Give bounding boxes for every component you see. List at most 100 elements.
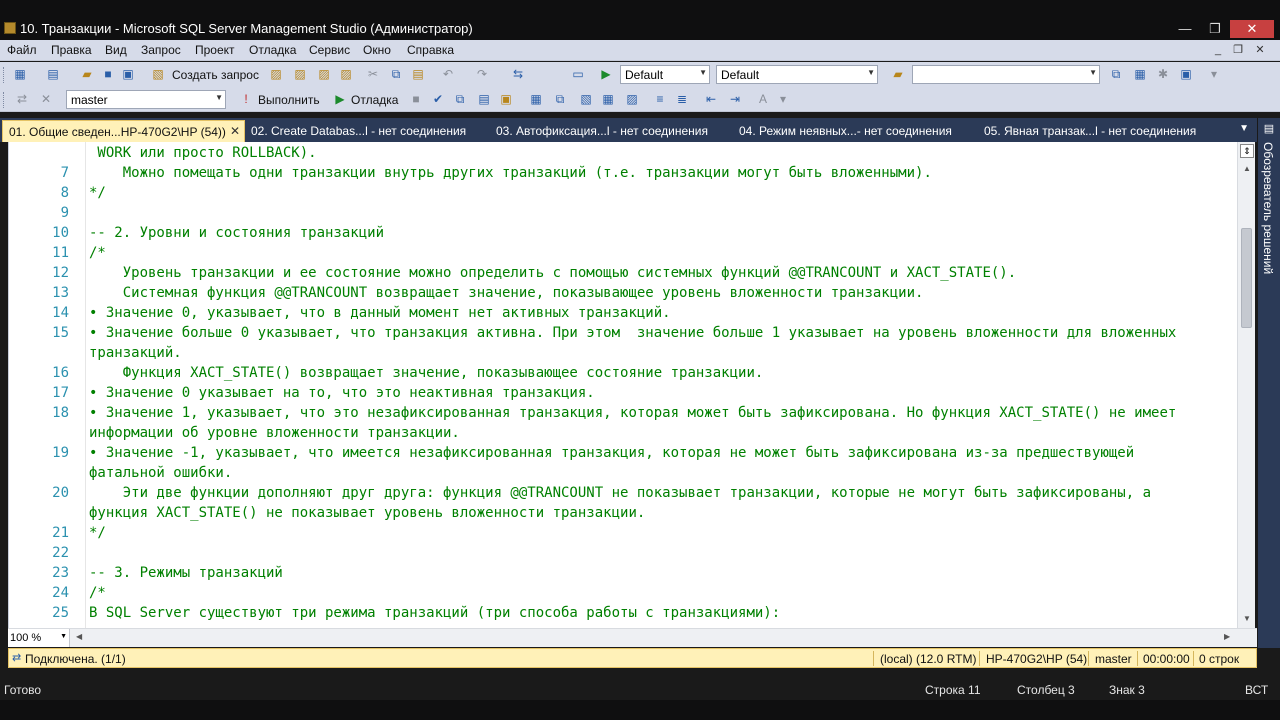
zoom-select[interactable]: 100 % ▼ <box>8 629 70 647</box>
new-query-button[interactable]: Создать запрос <box>172 68 259 82</box>
execute-button[interactable]: Выполнить <box>258 93 320 107</box>
tab-general-info[interactable]: 01. Общие сведен...HP-470G2\HP (54)) ✕ <box>2 120 245 142</box>
code-line[interactable]: 8 */ <box>9 183 1237 203</box>
copy-icon[interactable]: ⧉ <box>388 66 404 82</box>
scroll-thumb[interactable] <box>1241 228 1252 328</box>
close-button[interactable]: ✕ <box>1230 20 1274 38</box>
undo-icon[interactable]: ↶ <box>440 66 456 82</box>
mdx-query-icon[interactable]: ▨ <box>316 66 332 82</box>
scroll-up-icon[interactable]: ▲ <box>1238 162 1256 176</box>
toolbar-grip[interactable] <box>3 67 6 83</box>
save-all-icon[interactable]: ▣ <box>120 66 136 82</box>
find-combo[interactable]: ▼ <box>912 65 1100 84</box>
new-query-icon[interactable]: ▧ <box>150 66 166 82</box>
code-line[interactable]: 14 • Значение 0, указывает, что в данный … <box>9 303 1237 323</box>
toolbar-options-icon[interactable]: ▾ <box>1206 66 1222 82</box>
tools-icon[interactable]: ✱ <box>1155 66 1171 82</box>
code-line[interactable]: 7 Можно помещать одни транзакции внутрь … <box>9 163 1237 183</box>
code-line[interactable]: фатальной ошибки. <box>9 463 1237 483</box>
code-line[interactable]: 20 Эти две функции дополняют друг друга:… <box>9 483 1237 503</box>
code-line[interactable]: 12 Уровень транзакции и ее состояние мож… <box>9 263 1237 283</box>
tab-autocommit[interactable]: 03. Автофиксация...l - нет соединения <box>490 120 714 142</box>
menu-debug[interactable]: Отладка <box>249 43 296 57</box>
menu-project[interactable]: Проект <box>195 43 235 57</box>
comment-icon[interactable]: ≡ <box>652 91 668 107</box>
menu-query[interactable]: Запрос <box>141 43 181 57</box>
query-options-icon[interactable]: ▣ <box>498 91 514 107</box>
menu-edit[interactable]: Правка <box>51 43 92 57</box>
start-debug-icon[interactable]: ▶ <box>598 66 614 82</box>
code-line[interactable]: 11 /* <box>9 243 1237 263</box>
vertical-scrollbar[interactable]: ⇕ ▲ ▼ <box>1237 142 1255 628</box>
code-line[interactable]: WORK или просто ROLLBACK). <box>9 143 1237 163</box>
cancel-query-icon[interactable]: ■ <box>408 91 424 107</box>
decrease-indent-icon[interactable]: ⇤ <box>703 91 719 107</box>
tab-explicit-transaction[interactable]: 05. Явная транзак...l - нет соединения <box>978 120 1202 142</box>
scroll-down-icon[interactable]: ▼ <box>1238 612 1256 626</box>
menu-view[interactable]: Вид <box>105 43 127 57</box>
solution-platform-select[interactable]: Default ▼ <box>716 65 878 84</box>
parse-icon[interactable]: ✔ <box>430 91 446 107</box>
menu-window[interactable]: Окно <box>363 43 391 57</box>
display-plan-icon[interactable]: ⧉ <box>452 91 468 107</box>
screen-icon[interactable]: ▭ <box>570 66 586 82</box>
code-line[interactable]: 10 -- 2. Уровни и состояния транзакций <box>9 223 1237 243</box>
doc-minimize-icon[interactable]: _ <box>1210 43 1226 57</box>
close-icon[interactable]: ✕ <box>230 124 240 138</box>
code-line[interactable]: 16 Функция XACT_STATE() возвращает значе… <box>9 363 1237 383</box>
code-line[interactable]: 9 <box>9 203 1237 223</box>
doc-restore-icon[interactable]: ❐ <box>1230 43 1246 57</box>
scroll-left-icon[interactable]: ◀ <box>76 632 82 641</box>
code-line[interactable]: 18 • Значение 1, указывает, что это незаф… <box>9 403 1237 423</box>
redo-icon[interactable]: ↷ <box>474 66 490 82</box>
specify-values-icon[interactable]: A <box>755 91 771 107</box>
code-line[interactable]: 15 • Значение больше 0 указывает, что тра… <box>9 323 1237 343</box>
save-icon[interactable]: ■ <box>100 66 116 82</box>
results-to-file-icon[interactable]: ▨ <box>624 91 640 107</box>
new-project-icon[interactable]: ▦ <box>12 66 28 82</box>
analysis-query-icon[interactable]: ▨ <box>292 66 308 82</box>
toolbar-grip[interactable] <box>3 92 6 108</box>
results-to-text-icon[interactable]: ▧ <box>578 91 594 107</box>
maximize-button[interactable]: ❐ <box>1202 20 1228 38</box>
intellisense-icon[interactable]: ▦ <box>528 91 544 107</box>
properties-icon[interactable]: ▣ <box>1178 66 1194 82</box>
query-editor[interactable]: WORK или просто ROLLBACK). 7 Можно помеща… <box>8 142 1237 628</box>
find-in-files-icon[interactable]: ▰ <box>890 66 906 82</box>
code-line[interactable]: 19 • Значение -1, указывает, что имеется … <box>9 443 1237 463</box>
db-engine-query-icon[interactable]: ▨ <box>268 66 284 82</box>
code-line[interactable]: 24 /* <box>9 583 1237 603</box>
tab-implicit-mode[interactable]: 04. Режим неявных...- нет соединения <box>733 120 958 142</box>
template-explorer-icon[interactable]: ▦ <box>1132 66 1148 82</box>
debug-button[interactable]: Отладка <box>351 93 398 107</box>
solution-explorer-panel[interactable]: ▤ Обозреватель решений <box>1258 118 1280 648</box>
tab-create-database[interactable]: 02. Create Databas...l - нет соединения <box>245 120 472 142</box>
minimize-button[interactable]: — <box>1172 20 1198 38</box>
database-select[interactable]: master ▼ <box>66 90 226 109</box>
menu-tools[interactable]: Сервис <box>309 43 350 57</box>
code-line[interactable]: транзакций. <box>9 343 1237 363</box>
code-line[interactable]: 13 Системная функция @@TRANCOUNT возвращ… <box>9 283 1237 303</box>
uncomment-icon[interactable]: ≣ <box>674 91 690 107</box>
xmla-query-icon[interactable]: ▨ <box>338 66 354 82</box>
code-line[interactable]: информации об уровне вложенности транзак… <box>9 423 1237 443</box>
cut-icon[interactable]: ✂ <box>365 66 381 82</box>
code-line[interactable]: 25 В SQL Server существуют три режима тра… <box>9 603 1237 623</box>
toolbar-options-icon[interactable]: ▾ <box>775 91 791 107</box>
include-plan-icon[interactable]: ⧉ <box>552 91 568 107</box>
open-folder-icon[interactable]: ▰ <box>79 66 95 82</box>
split-icon[interactable]: ⇕ <box>1240 144 1254 158</box>
menu-help[interactable]: Справка <box>407 43 454 57</box>
doc-close-icon[interactable]: ✕ <box>1252 43 1268 57</box>
results-to-grid-icon[interactable]: ▦ <box>600 91 616 107</box>
paste-icon[interactable]: ▤ <box>410 66 426 82</box>
code-line[interactable]: 21 */ <box>9 523 1237 543</box>
code-line[interactable]: 23 -- 3. Режимы транзакций <box>9 563 1237 583</box>
code-line[interactable]: 22 <box>9 543 1237 563</box>
scroll-right-icon[interactable]: ▶ <box>1224 632 1230 641</box>
connect-icon[interactable]: ⇄ <box>14 91 30 107</box>
tab-overflow-icon[interactable]: ▼ <box>1239 123 1249 134</box>
increase-indent-icon[interactable]: ⇥ <box>727 91 743 107</box>
query-designer-icon[interactable]: ▤ <box>476 91 492 107</box>
code-line[interactable]: функция XACT_STATE() не показывает урове… <box>9 503 1237 523</box>
